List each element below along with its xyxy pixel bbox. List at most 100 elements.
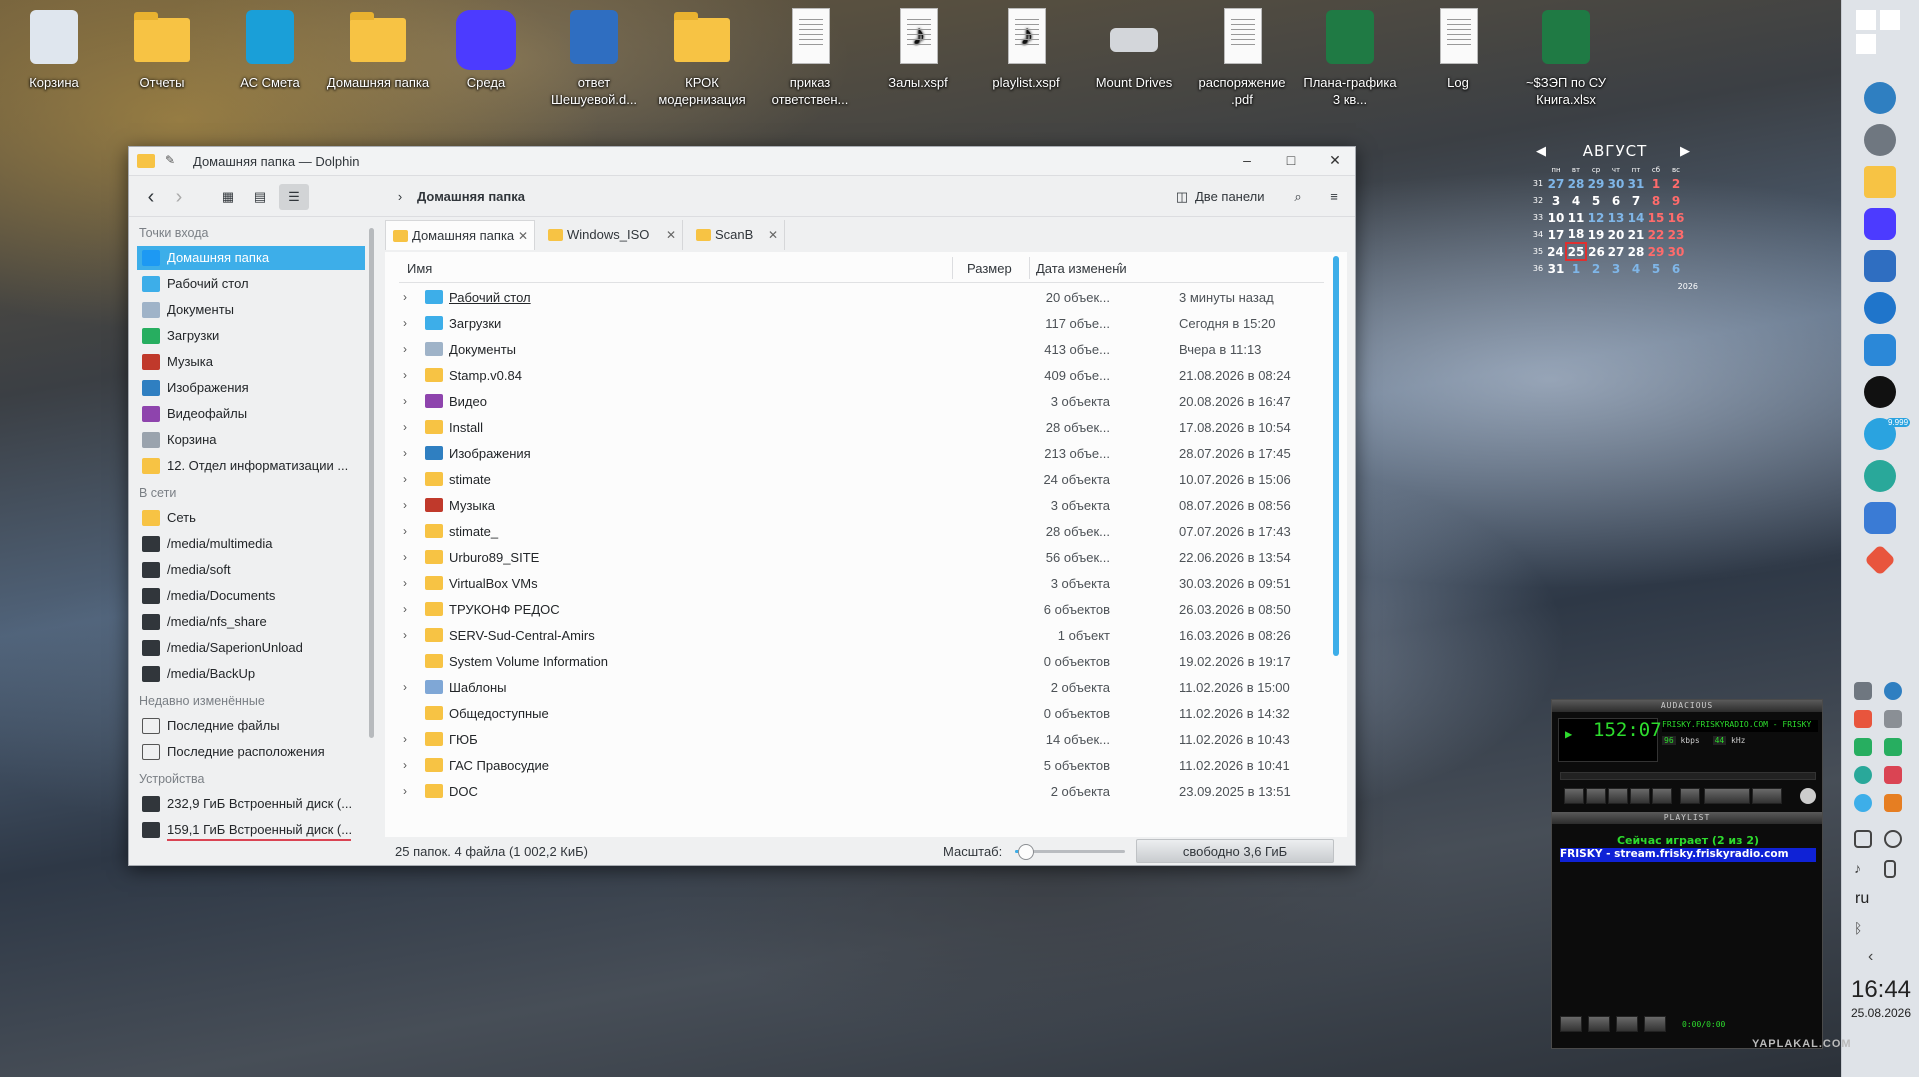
playlist-misc-button[interactable]	[1644, 1016, 1666, 1032]
expand-arrow-icon[interactable]: ›	[403, 394, 407, 408]
clock-date[interactable]: 25.08.2026	[1845, 1006, 1917, 1020]
playlist-remove-button[interactable]	[1588, 1016, 1610, 1032]
devices-section-header[interactable]: Устройства	[139, 772, 204, 786]
hand-app-taskbar-icon[interactable]	[1864, 334, 1896, 366]
desktop-icon-item[interactable]: приказ ответствен...	[758, 6, 862, 108]
sidebar-network-item[interactable]: /media/nfs_share	[137, 610, 365, 634]
calendar-day[interactable]: 30	[1666, 243, 1686, 260]
calendar-day[interactable]: 29	[1586, 175, 1606, 192]
column-date[interactable]: Дата изменени	[1036, 261, 1127, 276]
calendar-day[interactable]: 23	[1666, 226, 1686, 243]
calendar-day[interactable]: 1	[1566, 260, 1586, 277]
tray-red-icon[interactable]	[1884, 766, 1902, 784]
yandex-browser-icon[interactable]	[1864, 82, 1896, 114]
tab-close-icon[interactable]: ✕	[518, 221, 528, 251]
next-button[interactable]	[1652, 788, 1672, 804]
expand-arrow-icon[interactable]: ›	[403, 342, 407, 356]
expand-arrow-icon[interactable]: ›	[403, 628, 407, 642]
calendar-day[interactable]: 11	[1566, 209, 1586, 226]
file-row[interactable]: › Документы 413 объе... Вчера в 11:13	[399, 336, 1324, 362]
calendar-day[interactable]: 2	[1586, 260, 1606, 277]
calendar-day[interactable]: 18	[1566, 226, 1586, 243]
compact-view-icon[interactable]: ▤	[247, 184, 273, 210]
expand-arrow-icon[interactable]: ›	[403, 524, 407, 538]
file-row[interactable]: › ГЮБ 14 объек... 11.02.2026 в 10:43	[399, 726, 1324, 752]
calendar-day[interactable]: 16	[1666, 209, 1686, 226]
hamburger-menu-icon[interactable]: ≡	[1323, 184, 1345, 210]
calendar-day[interactable]: 6	[1606, 192, 1626, 209]
file-row[interactable]: › Рабочий стол 20 объек... 3 минуты назад	[399, 284, 1324, 310]
file-row[interactable]: › Install 28 объек... 17.08.2026 в 10:54	[399, 414, 1324, 440]
tray-chat-icon[interactable]	[1884, 738, 1902, 756]
repeat-button[interactable]	[1752, 788, 1782, 804]
a-app-taskbar-icon[interactable]	[1864, 376, 1896, 408]
calendar-day[interactable]: 24	[1546, 243, 1566, 260]
calendar-day[interactable]: 27	[1606, 243, 1626, 260]
tray-blue-icon[interactable]	[1854, 794, 1872, 812]
calendar-next-icon[interactable]: ▶	[1680, 144, 1690, 159]
tray-cross-icon[interactable]	[1854, 766, 1872, 784]
sreda-taskbar-icon[interactable]	[1864, 208, 1896, 240]
icons-view-icon[interactable]: ▦	[215, 184, 241, 210]
file-row[interactable]: › Stamp.v0.84 409 объе... 21.08.2026 в 08:2…	[399, 362, 1324, 388]
sidebar-network-item[interactable]: /media/BackUp	[137, 662, 365, 686]
expand-arrow-icon[interactable]: ›	[403, 472, 407, 486]
sidebar-place-item[interactable]: Видеофайлы	[137, 402, 365, 426]
tray-green-icon[interactable]	[1854, 738, 1872, 756]
tray-box-icon[interactable]	[1854, 710, 1872, 728]
sidebar-device-item[interactable]: 159,1 ГиБ Встроенный диск (...	[137, 818, 365, 842]
tab-1[interactable]: Домашняя папка ✕	[385, 220, 535, 250]
calendar-day[interactable]: 30	[1606, 175, 1626, 192]
calendar-day[interactable]: 5	[1646, 260, 1666, 277]
file-row[interactable]: › Шаблоны 2 объекта 11.02.2026 в 15:00	[399, 674, 1324, 700]
expand-arrow-icon[interactable]: ›	[403, 498, 407, 512]
sidebar-place-item[interactable]: Документы	[137, 298, 365, 322]
minimize-button[interactable]: –	[1237, 152, 1257, 170]
dolphin-taskbar-icon[interactable]	[1864, 166, 1896, 198]
expand-arrow-icon[interactable]: ›	[403, 446, 407, 460]
file-row[interactable]: Общедоступные 0 объектов 11.02.2026 в 14:3…	[399, 700, 1324, 726]
calendar-day[interactable]: 29	[1646, 243, 1666, 260]
desktop-icon-item[interactable]: ♪ Залы.xspf	[866, 6, 970, 91]
zoom-slider-handle[interactable]	[1018, 844, 1034, 860]
pin-icon[interactable]: ✎	[165, 153, 175, 167]
calendar-day[interactable]: 15	[1646, 209, 1666, 226]
tab-3[interactable]: ScanB ✕	[689, 220, 785, 250]
column-size[interactable]: Размер	[967, 261, 1012, 276]
calendar-day[interactable]: 28	[1626, 243, 1646, 260]
file-row[interactable]: System Volume Information 0 объектов 19.02…	[399, 648, 1324, 674]
play-button[interactable]	[1586, 788, 1606, 804]
scrollbar[interactable]	[1333, 256, 1339, 656]
places-section-header[interactable]: Точки входа	[139, 226, 208, 240]
expand-arrow-icon[interactable]: ›	[403, 602, 407, 616]
calendar-day[interactable]: 4	[1626, 260, 1646, 277]
app-launcher-icon[interactable]	[1856, 10, 1902, 56]
sidebar-network-item[interactable]: /media/multimedia	[137, 532, 365, 556]
tray-pen-icon[interactable]	[1884, 710, 1902, 728]
word-taskbar-icon[interactable]	[1864, 250, 1896, 282]
calendar-day[interactable]: 12	[1586, 209, 1606, 226]
calendar-day[interactable]: 10	[1546, 209, 1566, 226]
file-row[interactable]: › Загрузки 117 объе... Сегодня в 15:20	[399, 310, 1324, 336]
calendar-day[interactable]: 4	[1566, 192, 1586, 209]
calendar-day[interactable]: 14	[1626, 209, 1646, 226]
playlist-select-button[interactable]	[1616, 1016, 1638, 1032]
sidebar-recent-item[interactable]: Последние расположения	[137, 740, 365, 764]
calendar-day[interactable]: 5	[1586, 192, 1606, 209]
tab-close-icon[interactable]: ✕	[666, 220, 676, 250]
sidebar-network-item[interactable]: /media/soft	[137, 558, 365, 582]
sidebar-place-item[interactable]: Загрузки	[137, 324, 365, 348]
desktop-icon-item[interactable]: распоряжение .pdf	[1190, 6, 1294, 108]
seek-bar[interactable]	[1560, 772, 1816, 780]
calendar-day[interactable]: 13	[1606, 209, 1626, 226]
media-play-icon[interactable]	[1884, 830, 1902, 848]
expand-arrow-icon[interactable]: ›	[403, 758, 407, 772]
desktop-icon-item[interactable]: Плана-графика 3 кв...	[1298, 6, 1402, 108]
playlist-add-button[interactable]	[1560, 1016, 1582, 1032]
stop-button[interactable]	[1630, 788, 1650, 804]
previous-button[interactable]	[1564, 788, 1584, 804]
volume-icon[interactable]: ♪	[1854, 860, 1872, 878]
calendar-day[interactable]: 17	[1546, 226, 1566, 243]
recent-section-header[interactable]: Недавно изменённые	[139, 694, 265, 708]
notifications-icon[interactable]	[1854, 682, 1872, 700]
